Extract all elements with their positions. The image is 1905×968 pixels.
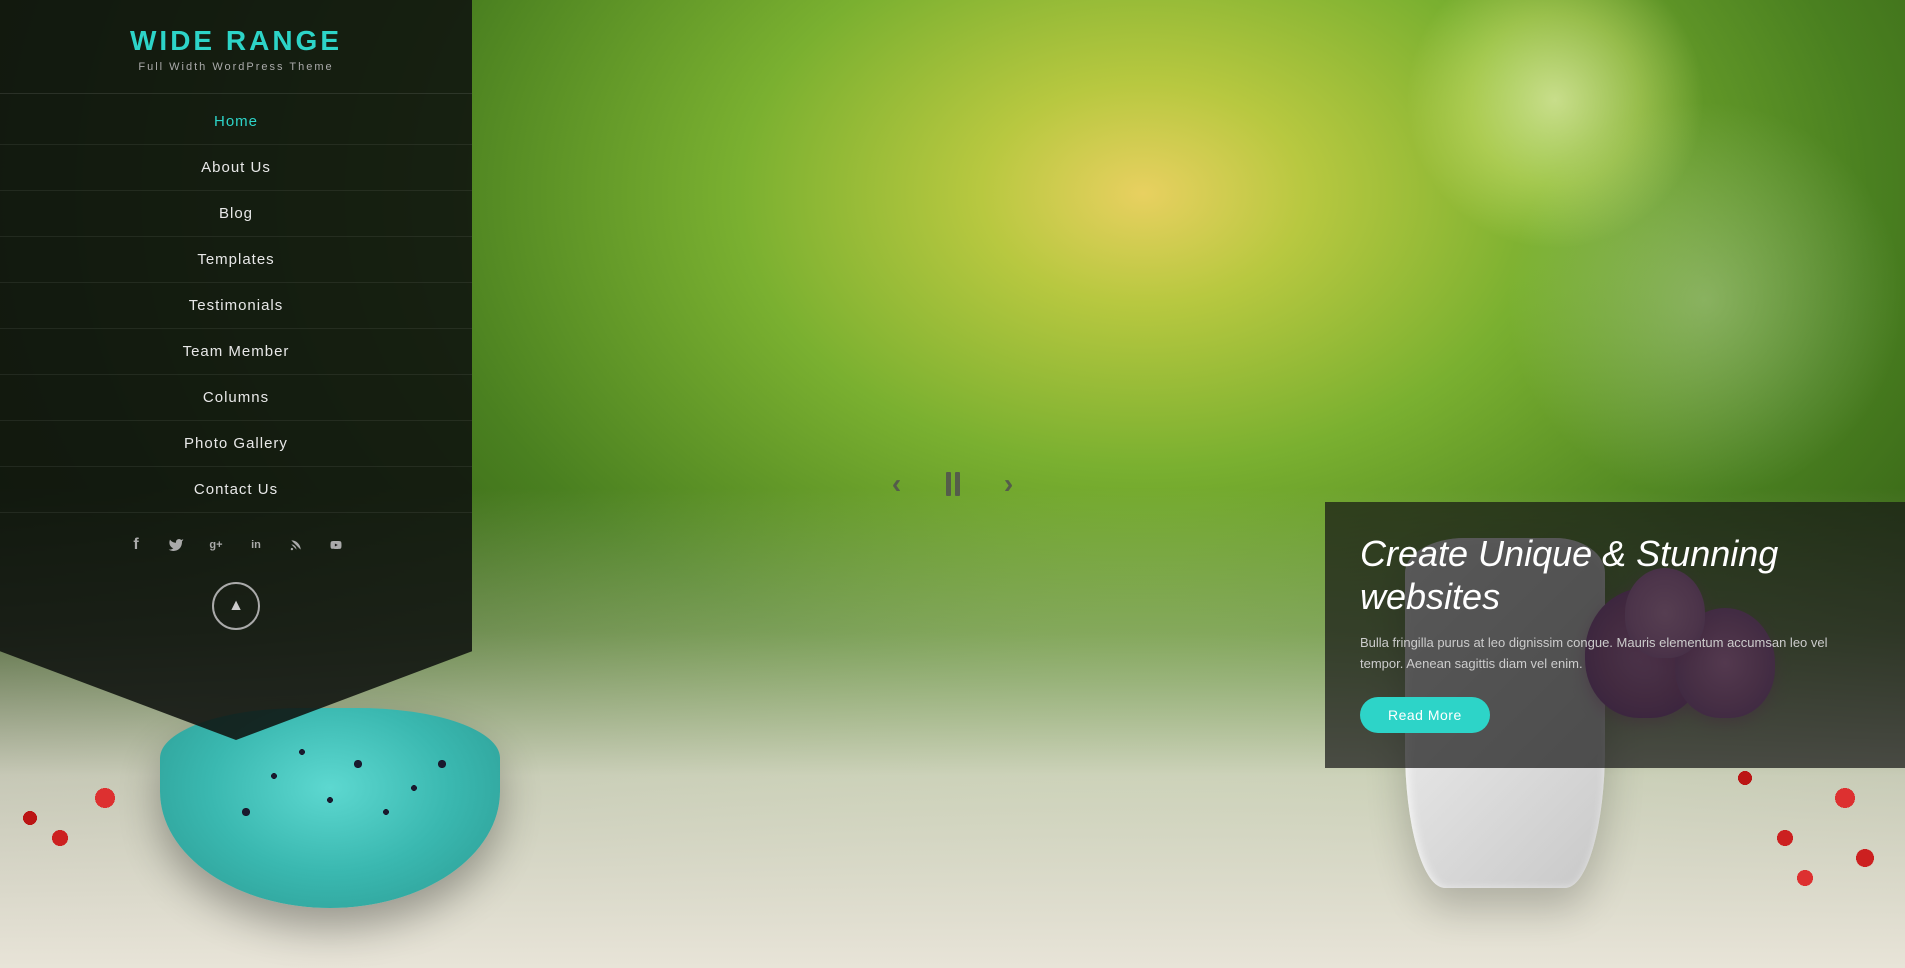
nav-blog[interactable]: Blog (0, 191, 472, 237)
site-subtitle: Full Width WordPress Theme (0, 61, 472, 73)
facebook-icon[interactable]: f (124, 533, 148, 557)
nav-testimonials[interactable]: Testimonials (0, 283, 472, 329)
pause-bar-1 (946, 472, 951, 496)
nav-team[interactable]: Team Member (0, 329, 472, 375)
rss-icon[interactable] (284, 533, 308, 557)
sidebar-panel: WIDE RANGE Full Width WordPress Theme Ho… (0, 0, 472, 740)
nav-contact[interactable]: Contact Us (0, 467, 472, 513)
scroll-top-button[interactable]: ▲ (212, 582, 260, 630)
main-nav: Home About Us Blog Templates Testimonial… (0, 99, 472, 513)
slider-next-button[interactable]: › (989, 464, 1029, 504)
google-plus-icon[interactable]: g+ (204, 533, 228, 557)
twitter-icon[interactable] (164, 533, 188, 557)
slider-controls: ‹ › (877, 464, 1029, 504)
slider-prev-button[interactable]: ‹ (877, 464, 917, 504)
linkedin-icon[interactable]: in (244, 533, 268, 557)
content-overlay: Create Unique & Stunning websites Bulla … (1325, 502, 1905, 768)
nav-about[interactable]: About Us (0, 145, 472, 191)
overlay-title: Create Unique & Stunning websites (1360, 532, 1870, 618)
social-bar: f g+ in (0, 513, 472, 572)
sidebar: WIDE RANGE Full Width WordPress Theme Ho… (0, 0, 472, 968)
nav-home[interactable]: Home (0, 99, 472, 145)
logo-area: WIDE RANGE Full Width WordPress Theme (0, 0, 472, 94)
scroll-top-icon: ▲ (228, 597, 244, 615)
scroll-top-area: ▲ (0, 572, 472, 660)
nav-columns[interactable]: Columns (0, 375, 472, 421)
read-more-button[interactable]: Read More (1360, 697, 1490, 733)
site-title: WIDE RANGE (0, 25, 472, 57)
nav-templates[interactable]: Templates (0, 237, 472, 283)
youtube-icon[interactable] (324, 533, 348, 557)
slider-pause-button[interactable] (937, 468, 969, 500)
pause-bar-2 (955, 472, 960, 496)
overlay-description: Bulla fringilla purus at leo dignissim c… (1360, 633, 1870, 675)
nav-gallery[interactable]: Photo Gallery (0, 421, 472, 467)
